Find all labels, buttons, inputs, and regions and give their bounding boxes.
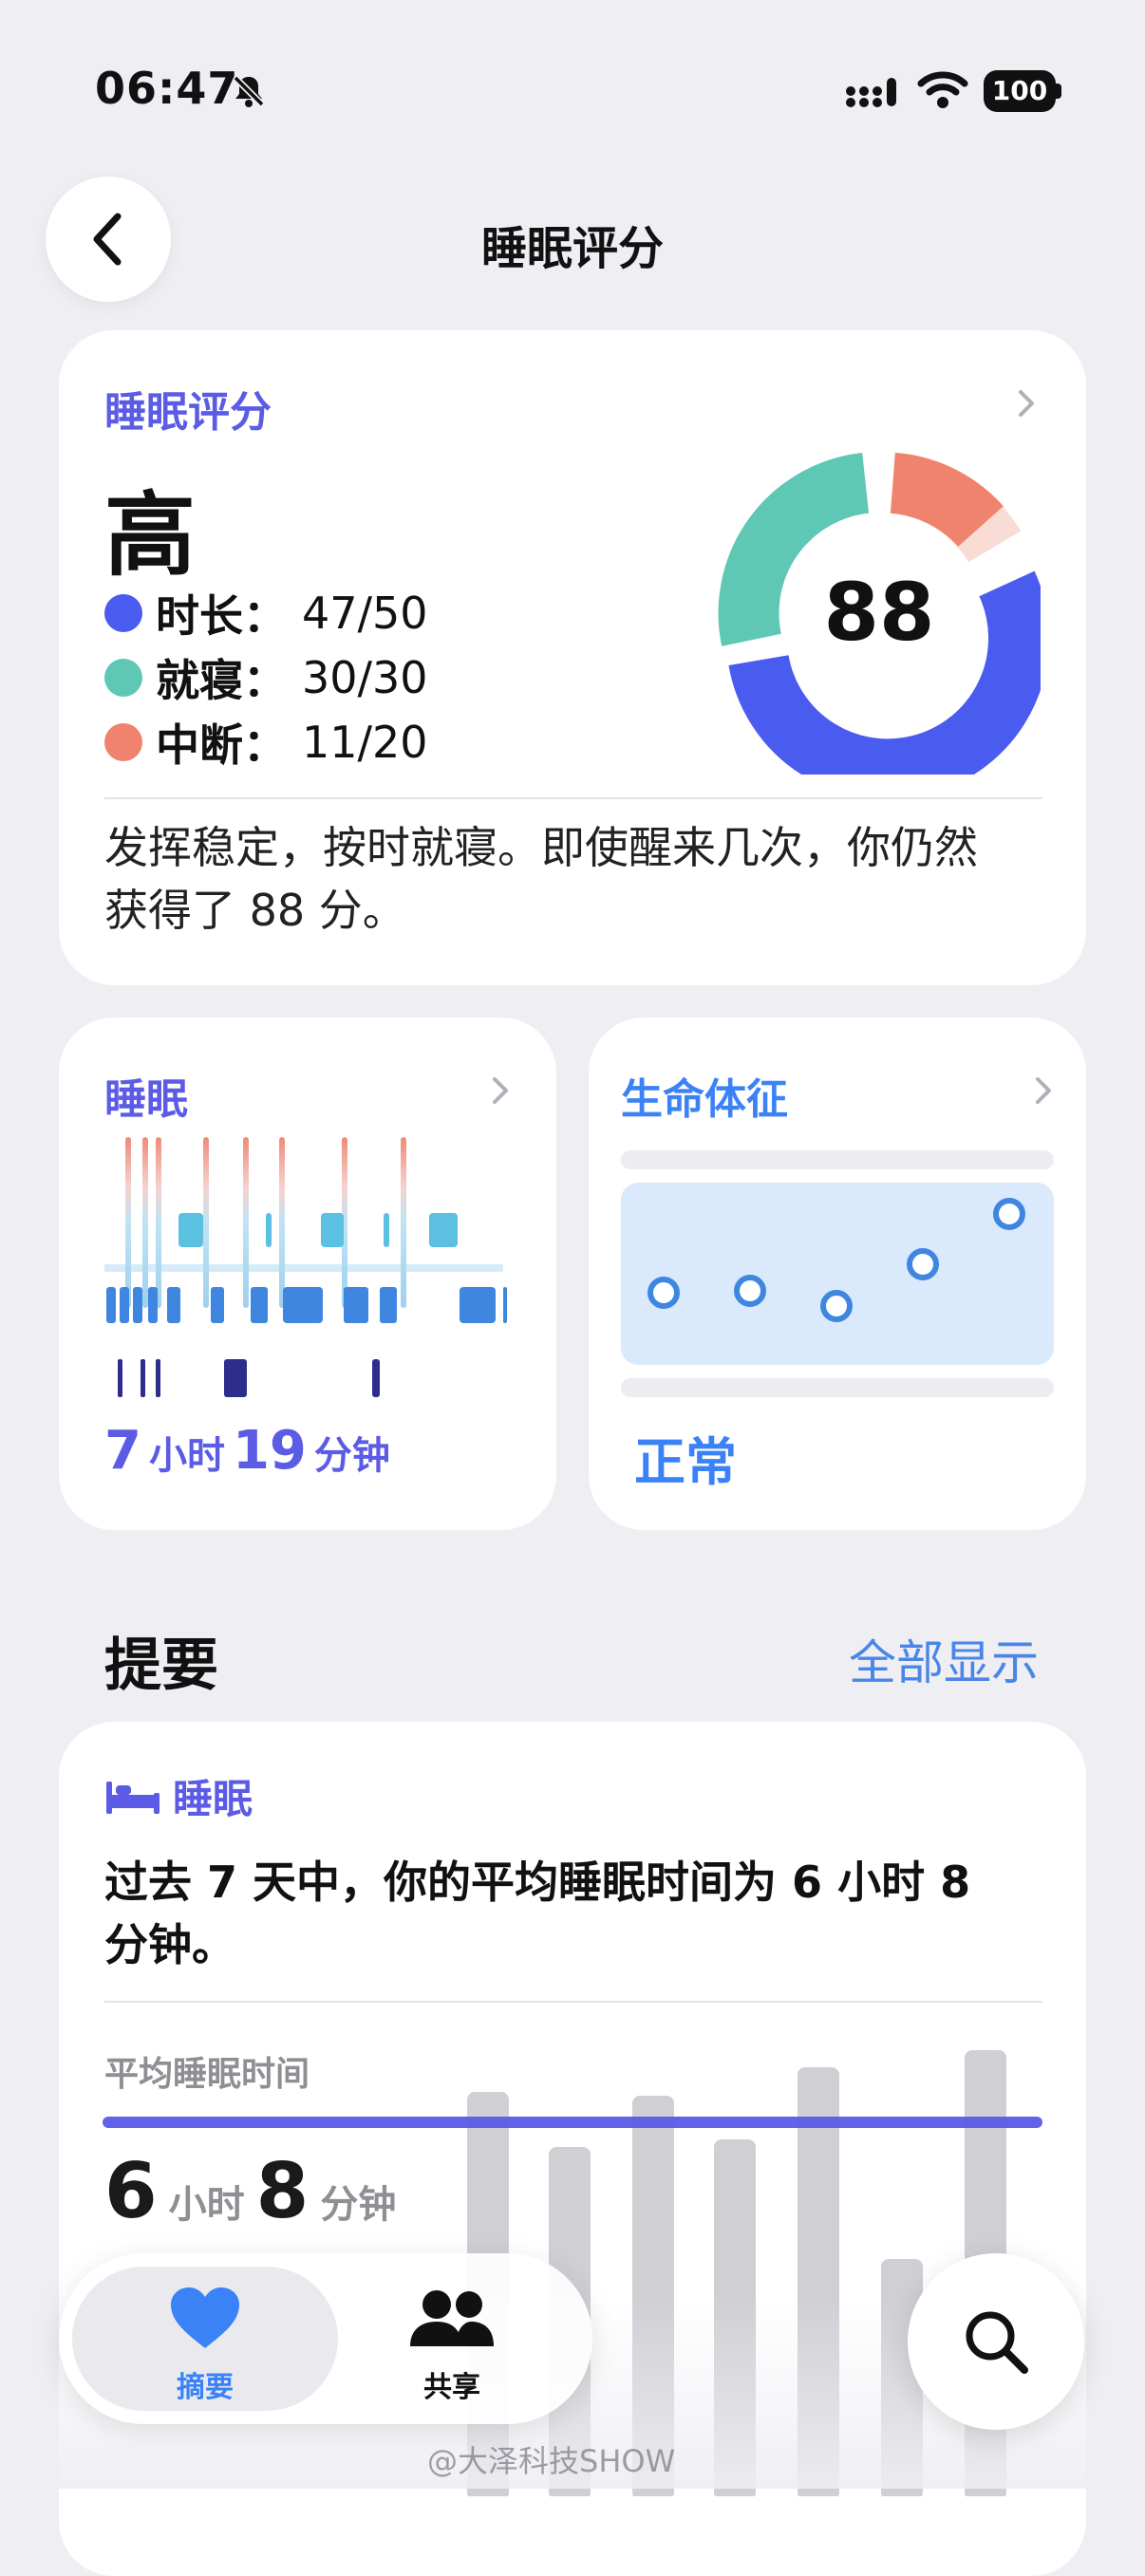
duration-hours-unit: 小时 bbox=[148, 1434, 225, 1478]
highlight-tag-label: 睡眠 bbox=[173, 1776, 253, 1822]
tab-summary-label: 摘要 bbox=[177, 2371, 234, 2404]
metric-bedtime: 就寝： 30/30 bbox=[104, 649, 428, 706]
watermark: @大泽科技SHOW bbox=[427, 2443, 676, 2479]
score-summary: 发挥稳定，按时就寝。即使醒来几次，你仍然获得了 88 分。 bbox=[104, 822, 978, 936]
score-card-label: 睡眠评分 bbox=[104, 388, 272, 437]
cellular-signal-icon bbox=[846, 78, 896, 107]
highlight-tag: 睡眠 bbox=[104, 1767, 253, 1825]
tab-sharing-label[interactable]: 共享 bbox=[347, 2363, 556, 2405]
wifi-icon bbox=[917, 71, 968, 108]
bell-muted-icon bbox=[233, 75, 265, 107]
metric-interruptions: 中断： 11/20 bbox=[104, 714, 428, 771]
vitals-points bbox=[648, 1198, 1025, 1322]
duration-hours: 7 bbox=[104, 1420, 141, 1482]
score-level: 高 bbox=[104, 482, 196, 588]
search-button[interactable] bbox=[908, 2253, 1084, 2430]
chevron-right-icon[interactable] bbox=[1012, 389, 1041, 418]
section-title-highlights: 提要 bbox=[104, 1633, 218, 1699]
people-icon[interactable] bbox=[406, 2287, 497, 2350]
battery-level: 100 bbox=[984, 70, 1056, 112]
show-all-link[interactable]: 全部显示 bbox=[849, 1625, 1039, 1693]
duration-minutes-unit: 分钟 bbox=[313, 1434, 390, 1478]
duration-dot bbox=[104, 594, 142, 632]
highlight-summary: 过去 7 天中，你的平均睡眠时间为 6 小时 8 分钟。 bbox=[104, 1857, 971, 1970]
metric-key: 时长： bbox=[156, 590, 287, 642]
page-title: 睡眠评分 bbox=[480, 222, 664, 275]
divider bbox=[104, 2001, 1042, 2003]
avg-hours-unit: 小时 bbox=[168, 2183, 245, 2227]
heart-icon bbox=[171, 2287, 239, 2348]
divider bbox=[104, 797, 1042, 799]
avg-hours: 6 bbox=[104, 2147, 158, 2235]
metric-key: 就寝： bbox=[156, 655, 287, 706]
vitals-track-bottom bbox=[621, 1378, 1054, 1397]
avg-label: 平均睡眠时间 bbox=[104, 2055, 310, 2094]
metric-value: 47/50 bbox=[302, 588, 428, 639]
status-time: 06:47 bbox=[95, 63, 239, 114]
sleep-stage-chart bbox=[104, 1137, 507, 1397]
metric-value: 11/20 bbox=[302, 717, 428, 768]
vitals-status: 正常 bbox=[634, 1432, 737, 1492]
bedtime-dot bbox=[104, 659, 142, 697]
avg-minutes-unit: 分钟 bbox=[320, 2183, 397, 2227]
avg-value: 6 小时 8 分钟 bbox=[104, 2147, 407, 2235]
metric-value: 30/30 bbox=[302, 652, 428, 703]
sleep-duration: 7 小时 19 分钟 bbox=[104, 1420, 398, 1482]
average-line bbox=[103, 2117, 1042, 2128]
interruption-dot bbox=[104, 723, 142, 761]
vitals-track-top bbox=[621, 1150, 1054, 1169]
score-value: 88 bbox=[823, 566, 935, 659]
chevron-right-icon[interactable] bbox=[486, 1076, 515, 1105]
vitals-card-label: 生命体征 bbox=[621, 1075, 788, 1124]
chevron-right-icon[interactable] bbox=[1029, 1076, 1058, 1105]
bed-icon bbox=[106, 1781, 160, 1814]
metric-duration: 时长： 47/50 bbox=[104, 585, 428, 642]
search-icon bbox=[966, 2311, 1028, 2374]
metric-key: 中断： bbox=[156, 719, 287, 771]
duration-minutes: 19 bbox=[232, 1420, 307, 1482]
battery-tip bbox=[1056, 84, 1061, 99]
avg-minutes: 8 bbox=[255, 2147, 310, 2235]
sleep-card-label: 睡眠 bbox=[104, 1075, 188, 1124]
